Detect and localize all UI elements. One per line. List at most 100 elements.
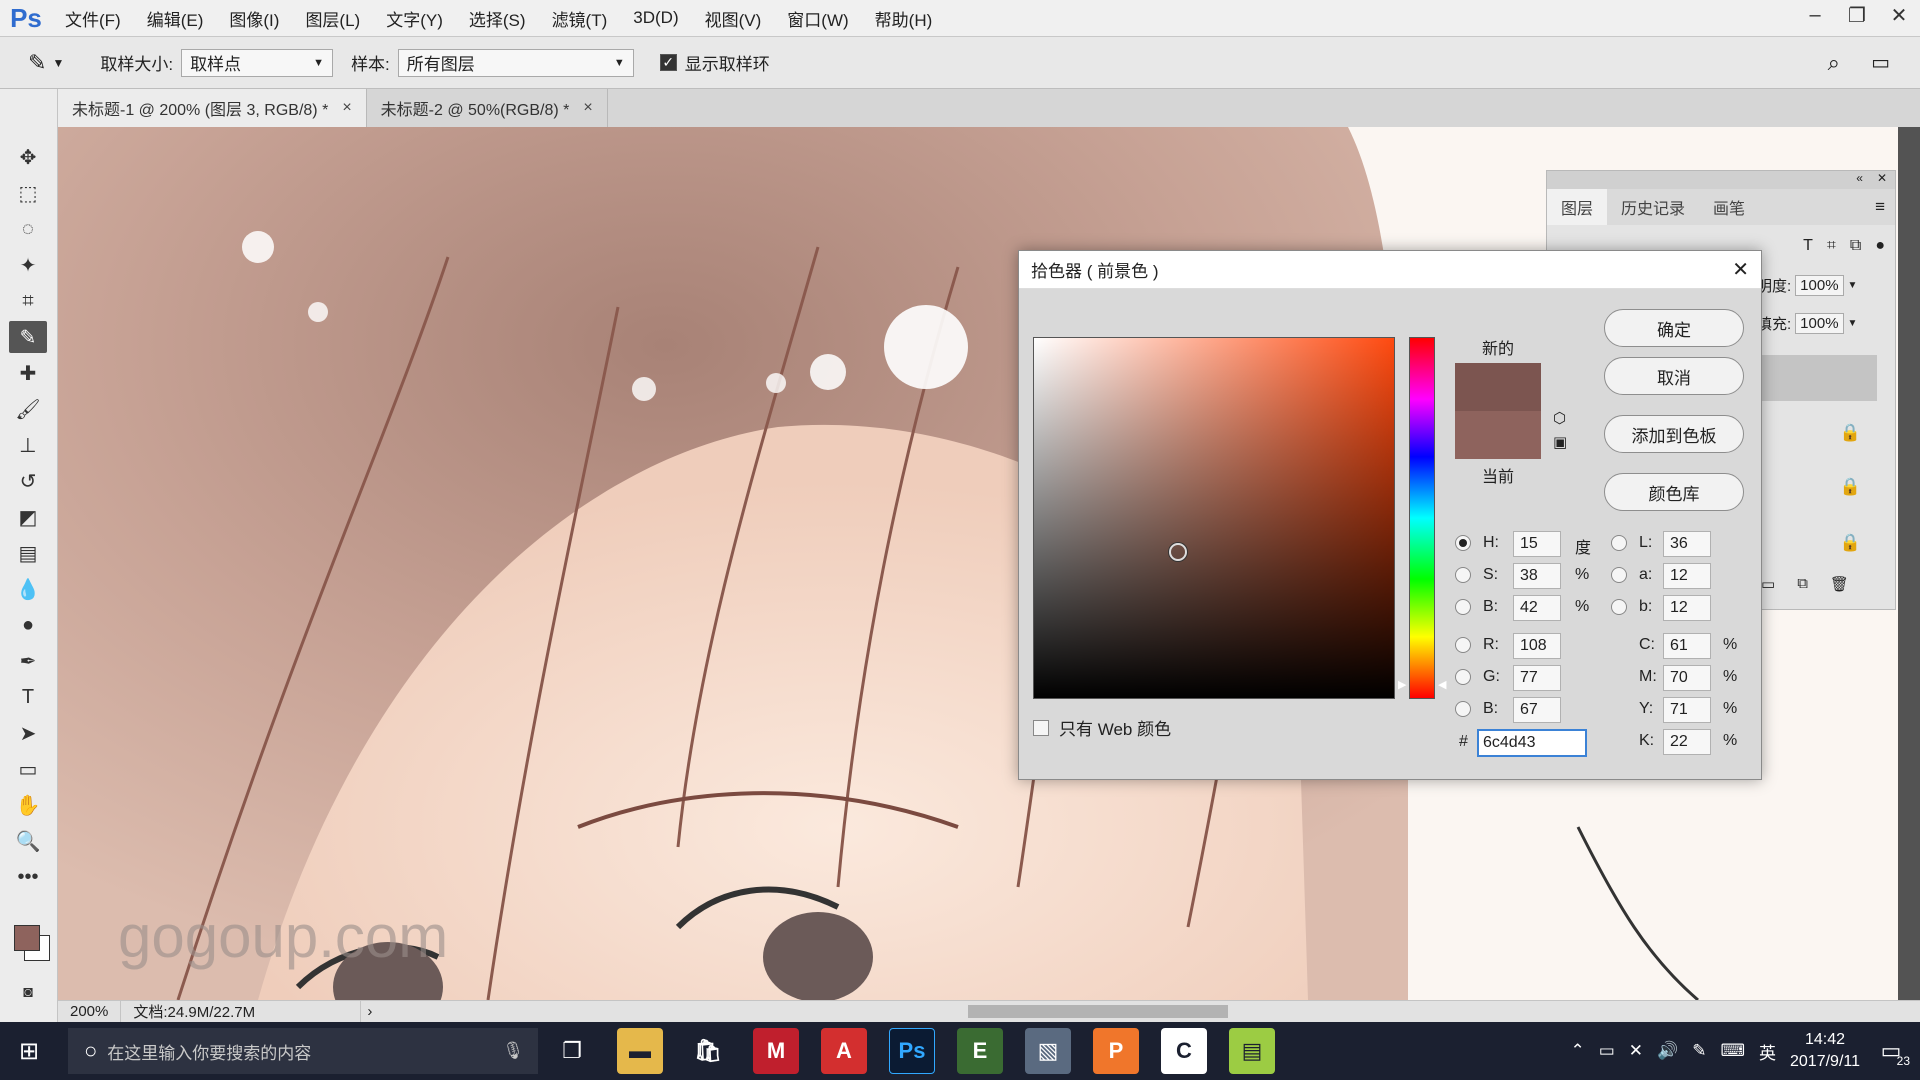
app-icon-green[interactable]: E [957,1028,1003,1074]
minimize-icon[interactable]: – [1794,0,1836,30]
task-view-icon[interactable]: ❐ [549,1028,595,1074]
app-icon-c[interactable]: C [1161,1028,1207,1074]
m-input[interactable]: 70 [1663,665,1711,691]
tab-layers[interactable]: 图层 [1547,189,1608,225]
c-input[interactable]: 61 [1663,633,1711,659]
layer-row-selected[interactable] [1757,355,1877,401]
menu-help[interactable]: 帮助(H) [862,6,946,31]
stamp-tool-icon[interactable]: ⊥ [9,429,47,461]
app-icon-orange[interactable]: P [1093,1028,1139,1074]
windows-start-icon[interactable]: ⊞ [0,1022,58,1080]
k-input[interactable]: 22 [1663,729,1711,755]
lasso-tool-icon[interactable]: ◌ [9,213,47,245]
chevron-up-icon[interactable]: ⌃ [1570,1041,1584,1061]
menu-file[interactable]: 文件(F) [52,6,134,31]
restore-icon[interactable]: ❐ [1836,0,1878,30]
volume-icon[interactable]: 🔊 [1657,1041,1678,1061]
b-input[interactable]: 42 [1513,595,1561,621]
marquee-tool-icon[interactable]: ⬚ [9,177,47,209]
current-color-swatch[interactable] [1455,411,1541,459]
app-icon-notes[interactable]: ▤ [1229,1028,1275,1074]
tab-document-1[interactable]: 未标题-1 @ 200% (图层 3, RGB/8) * × [58,89,367,127]
type-tool-icon[interactable]: T [9,681,47,713]
smart-object-filter-icon[interactable]: ⧉ [1850,237,1861,255]
menu-select[interactable]: 选择(S) [456,6,539,31]
close-icon[interactable]: × [583,99,592,117]
sample-size-select[interactable]: 取样点 ▼ [181,48,334,77]
history-brush-tool-icon[interactable]: ↺ [9,465,47,497]
chevron-down-icon[interactable]: ▼ [1848,280,1858,291]
radio-brightness[interactable] [1455,599,1471,615]
mcafee-icon[interactable]: M [753,1028,799,1074]
battery-icon[interactable]: ▭ [1599,1041,1615,1061]
g-input[interactable]: 77 [1513,665,1561,691]
hand-tool-icon[interactable]: ✋ [9,789,47,821]
menu-filter[interactable]: 滤镜(T) [539,6,621,31]
s-input[interactable]: 38 [1513,563,1561,589]
radio-saturation[interactable] [1455,567,1471,583]
store-icon[interactable]: 🛍 [685,1028,731,1074]
web-colors-only-checkbox[interactable]: 只有 Web 颜色 [1033,715,1171,740]
app-icon-image[interactable]: ▧ [1025,1028,1071,1074]
clock[interactable]: 14:42 2017/9/11 [1790,1029,1860,1073]
photoshop-taskbar-icon[interactable]: Ps [889,1028,935,1074]
healing-brush-tool-icon[interactable]: ✚ [9,357,47,389]
ok-button[interactable]: 确定 [1604,309,1744,347]
pen-tool-icon[interactable]: ✒ [9,645,47,677]
horizontal-scrollbar-thumb[interactable] [968,1005,1228,1018]
eraser-tool-icon[interactable]: ◩ [9,501,47,533]
search-icon[interactable]: ⌕ [1828,50,1840,76]
close-icon[interactable]: ✕ [1877,171,1887,189]
show-sampling-ring-checkbox[interactable]: ✓ 显示取样环 [659,50,770,75]
hue-arrow-right-icon[interactable]: ◀ [1438,678,1446,691]
notification-center-icon[interactable]: ▭ 23 [1874,1038,1910,1068]
panel-menu-icon[interactable]: ≡ [1875,197,1885,217]
ime-indicator[interactable]: 英 [1759,1039,1776,1064]
eyedropper-tool-preset-icon[interactable]: ✎ [28,50,46,76]
menu-layer[interactable]: 图层(L) [292,6,373,31]
tab-history[interactable]: 历史记录 [1607,189,1699,225]
chevron-down-icon[interactable]: ▼ [52,56,64,70]
color-libraries-button[interactable]: 颜色库 [1604,473,1744,511]
filter-toggle-icon[interactable]: ● [1875,237,1885,255]
hex-input[interactable]: 6c4d43 [1477,729,1587,757]
pen-icon[interactable]: ✎ [1692,1041,1706,1061]
more-tools-icon[interactable]: ••• [9,861,47,893]
keyboard-icon[interactable]: ⌨ [1720,1041,1745,1061]
color-marker[interactable] [1169,543,1187,561]
web-safe-icon[interactable]: ▣ [1553,433,1567,451]
brush-tool-icon[interactable]: 🖌 [9,393,47,425]
blur-tool-icon[interactable]: 💧 [9,573,47,605]
magic-wand-tool-icon[interactable]: ✦ [9,249,47,281]
taskbar-search-box[interactable]: ○ 在这里输入你要搜索的内容 🎙 [68,1028,538,1074]
opacity-input[interactable]: 100% [1795,275,1844,296]
blue-input[interactable]: 67 [1513,697,1561,723]
fill-input[interactable]: 100% [1795,313,1844,334]
foreground-color-swatch[interactable] [14,925,40,951]
cancel-button[interactable]: 取消 [1604,357,1744,395]
menu-type[interactable]: 文字(Y) [373,6,456,31]
radio-a[interactable] [1611,567,1627,583]
hue-slider[interactable]: ▶ ◀ [1398,337,1446,699]
h-input[interactable]: 15 [1513,531,1561,557]
network-icon[interactable]: ✕ [1629,1041,1643,1061]
type-filter-icon[interactable]: T [1803,237,1813,255]
radio-green[interactable] [1455,669,1471,685]
radio-blue[interactable] [1455,701,1471,717]
menu-edit[interactable]: 编辑(E) [134,6,217,31]
saturation-brightness-field[interactable] [1033,337,1395,699]
zoom-tool-icon[interactable]: 🔍 [9,825,47,857]
sample-select[interactable]: 所有图层 ▼ [397,48,634,77]
radio-l[interactable] [1611,535,1627,551]
zoom-level[interactable]: 200% [58,1001,122,1022]
a-input[interactable]: 12 [1663,563,1711,589]
shape-filter-icon[interactable]: ⌗ [1827,237,1836,255]
trash-icon[interactable]: 🗑 [1830,575,1849,593]
close-icon[interactable]: ✕ [1878,0,1920,30]
rectangle-tool-icon[interactable]: ▭ [9,753,47,785]
l-input[interactable]: 36 [1663,531,1711,557]
gradient-tool-icon[interactable]: ▤ [9,537,47,569]
radio-lab-b[interactable] [1611,599,1627,615]
crop-tool-icon[interactable]: ⌗ [9,285,47,317]
close-icon[interactable]: × [342,99,351,117]
